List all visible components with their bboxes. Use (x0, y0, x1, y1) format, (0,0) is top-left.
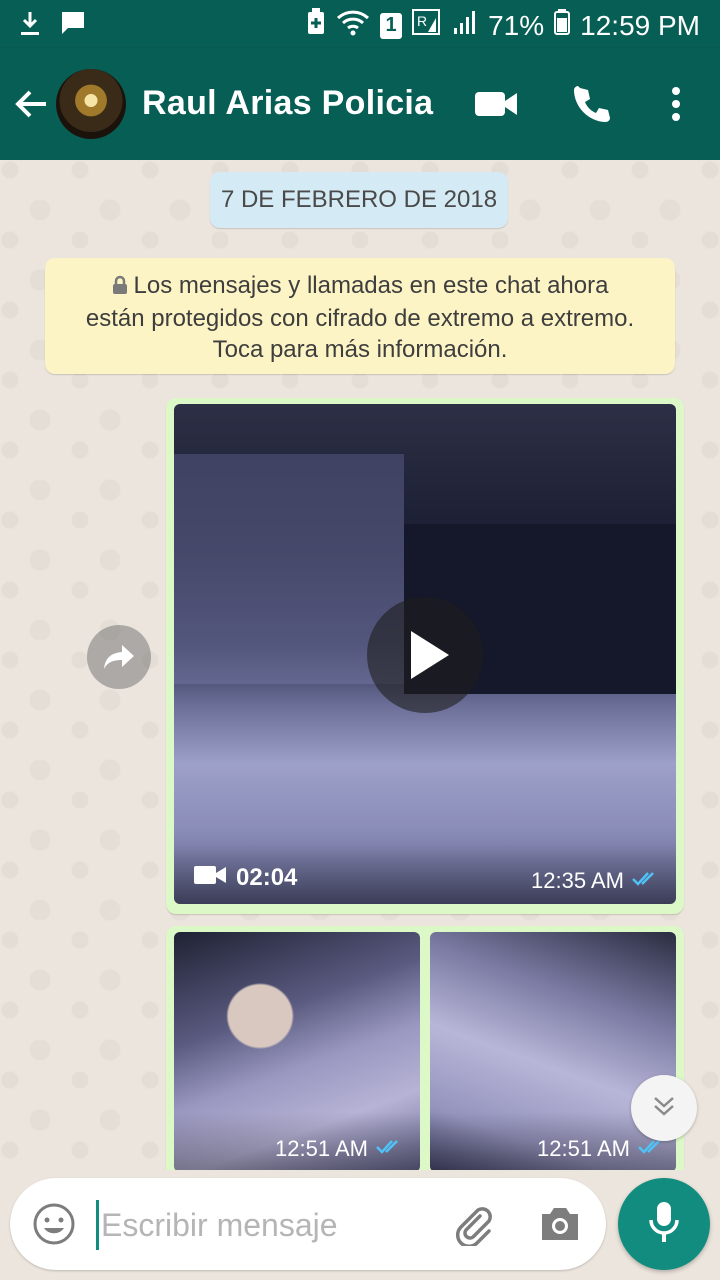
roaming-signal-icon: R (412, 8, 442, 43)
chat-header: Raul Arias Policia (0, 48, 720, 160)
message-composer (10, 1178, 606, 1270)
emoji-icon[interactable] (30, 1200, 78, 1248)
phone-icon[interactable] (566, 78, 618, 130)
battery-icon (554, 8, 571, 43)
more-vert-icon[interactable] (650, 78, 702, 130)
contact-avatar[interactable] (56, 69, 126, 139)
encryption-notice[interactable]: Los mensajes y llamadas en este chat aho… (45, 258, 675, 374)
encryption-line-3: Toca para más información. (212, 336, 508, 363)
signal-icon (452, 8, 478, 43)
videocam-icon (194, 864, 226, 892)
back-arrow-icon[interactable] (12, 84, 52, 124)
contact-name[interactable]: Raul Arias Policia (142, 84, 433, 123)
message-time: 12:35 AM (531, 868, 662, 894)
lock-icon (112, 272, 128, 303)
battery-saver-icon (306, 8, 326, 43)
mic-icon (648, 1200, 680, 1249)
attach-icon[interactable] (448, 1200, 496, 1248)
battery-level: 71% (488, 9, 545, 41)
clock: 12:59 PM (580, 9, 700, 41)
chat-messages[interactable]: 7 DE FEBRERO DE 2018 Los mensajes y llam… (0, 160, 720, 1180)
double-chevron-down-icon (651, 1093, 677, 1124)
read-ticks-icon (632, 868, 662, 894)
message-time: 12:51 AM (537, 1136, 668, 1162)
video-call-icon[interactable] (470, 78, 522, 130)
play-button-icon[interactable] (367, 597, 483, 713)
download-notification-icon (18, 10, 42, 43)
forward-icon[interactable] (87, 625, 151, 689)
message-time-text: 12:51 AM (537, 1136, 630, 1161)
photo-thumbnail[interactable]: 12:51 AM (430, 932, 676, 1172)
video-duration: 02:04 (194, 864, 297, 892)
photo-thumbnail[interactable]: 12:51 AM (174, 932, 420, 1172)
wifi-icon (336, 8, 370, 43)
encryption-line-2: están protegidos con cifrado de extremo … (85, 305, 635, 332)
mic-button[interactable] (618, 1178, 710, 1270)
video-duration-text: 02:04 (236, 864, 298, 891)
scroll-to-bottom-button[interactable] (631, 1075, 697, 1141)
photo-album-message[interactable]: 12:51 AM 12:51 AM (166, 926, 684, 1180)
message-input[interactable] (96, 1200, 433, 1250)
sim-1-icon: 1 (380, 12, 403, 39)
svg-text:R: R (417, 13, 427, 29)
video-thumbnail[interactable]: 02:04 12:35 AM (174, 404, 676, 904)
date-chip: 7 DE FEBRERO DE 2018 (210, 172, 508, 228)
status-bar: 1 R 71% 12:59 PM (0, 0, 720, 48)
message-time: 12:51 AM (275, 1136, 406, 1162)
encryption-line-1: Los mensajes y llamadas en este chat aho… (133, 272, 609, 299)
message-time-text: 12:51 AM (275, 1136, 368, 1161)
message-time-text: 12:35 AM (531, 868, 624, 893)
camera-icon[interactable] (536, 1200, 584, 1248)
message-notification-icon (60, 10, 86, 43)
video-message[interactable]: 02:04 12:35 AM (166, 398, 684, 914)
read-ticks-icon (376, 1136, 406, 1162)
